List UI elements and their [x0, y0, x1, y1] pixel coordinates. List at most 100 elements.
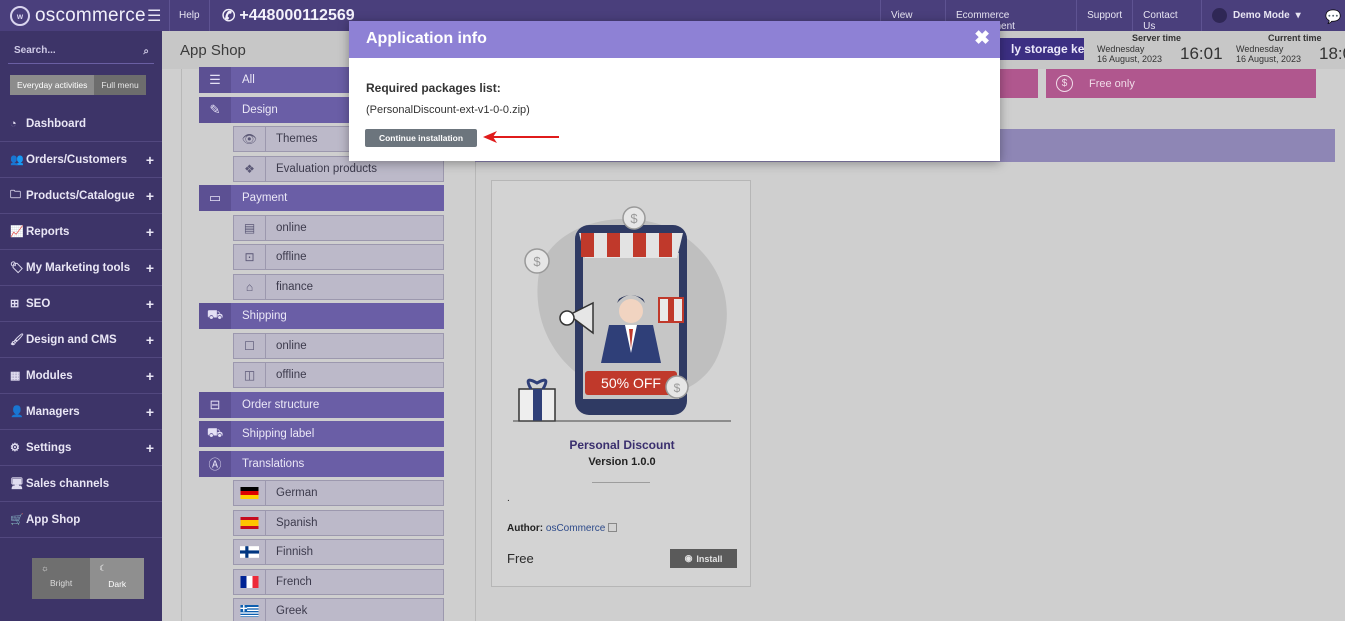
sidebar-item-marketing-tools[interactable]: 🏷 My Marketing tools +	[0, 250, 162, 286]
expand-plus-icon[interactable]: +	[146, 332, 154, 348]
search-icon[interactable]: ⌕	[143, 46, 149, 57]
subcategory-payment-offline[interactable]: ⊡ offline	[233, 244, 444, 270]
category-label: Shipping	[242, 310, 287, 322]
bank-icon: ⌂	[234, 274, 266, 299]
modal-title: Application info	[366, 30, 487, 47]
spanish-flag-icon	[234, 510, 266, 535]
expand-plus-icon[interactable]: +	[146, 188, 154, 204]
french-flag-icon	[234, 569, 266, 594]
expand-plus-icon[interactable]: +	[146, 368, 154, 384]
sidebar-search[interactable]: Search... ⌕	[8, 42, 154, 64]
sidebar-item-design-cms[interactable]: 🖌 Design and CMS +	[0, 322, 162, 358]
subcategory-finance[interactable]: ⌂ finance	[233, 273, 444, 300]
category-payment[interactable]: ▭ Payment	[199, 185, 444, 211]
category-order-structure[interactable]: ⊟ Order structure	[199, 391, 444, 418]
sidebar: Search... ⌕ Everyday activities Full men…	[0, 31, 162, 621]
subcategory-french[interactable]: French	[233, 568, 444, 595]
chart-icon: 📈	[10, 226, 24, 238]
subcategory-shipping-offline[interactable]: ◫ offline	[233, 362, 444, 388]
price-filter-paid[interactable]	[1000, 69, 1038, 98]
subcategory-label: Finnish	[276, 546, 314, 558]
category-label: Shipping label	[242, 428, 315, 440]
svg-text:$: $	[533, 254, 541, 269]
help-link[interactable]: Help	[179, 10, 200, 21]
subcategory-label: finance	[276, 280, 314, 293]
oscommerce-logo[interactable]: w oscommerce	[10, 4, 146, 28]
phone-number[interactable]: ✆ +448000112569	[222, 6, 355, 26]
finnish-flag-icon	[234, 540, 266, 564]
broken-image-icon	[608, 523, 618, 532]
banner-text: 50% OFF	[601, 375, 661, 391]
sidebar-item-label: App Shop	[26, 513, 81, 526]
phone-icon: ✆	[222, 8, 236, 25]
sitemap-icon: ⊞	[10, 298, 20, 310]
subcategory-finnish[interactable]: Finnish	[233, 539, 444, 565]
avatar	[1212, 8, 1227, 23]
app-name[interactable]: Personal Discount	[492, 438, 752, 452]
modules-icon: ▦	[10, 370, 21, 382]
subcategory-label: French	[276, 575, 312, 588]
dollar-icon: $	[1056, 75, 1073, 92]
sidebar-item-label: Modules	[26, 369, 73, 382]
category-label: All	[242, 74, 255, 86]
subcategory-label: offline	[276, 369, 307, 381]
sidebar-item-products-catalogue[interactable]: 🗀 Products/Catalogue +	[0, 178, 162, 214]
phone-text: +448000112569	[239, 7, 355, 24]
svg-text:$: $	[630, 211, 638, 226]
bright-theme-button[interactable]: ☼ Bright	[32, 558, 91, 599]
sidebar-item-modules[interactable]: ▦ Modules +	[0, 358, 162, 394]
dark-theme-button[interactable]: ☾ Dark	[90, 558, 145, 599]
app-author: Author: osCommerce	[507, 523, 618, 534]
truck-icon: ⛟	[199, 303, 231, 329]
contact-us-link[interactable]: Contact Us	[1132, 0, 1200, 32]
server-clock: 16:01	[1180, 44, 1223, 63]
user-menu[interactable]: Demo Mode ▾	[1212, 8, 1301, 23]
everyday-activities-button[interactable]: Everyday activities	[10, 75, 95, 95]
sidebar-item-reports[interactable]: 📈 Reports +	[0, 214, 162, 250]
expand-plus-icon[interactable]: +	[146, 296, 154, 312]
sidebar-item-sales-channels[interactable]: 🖥 Sales channels	[0, 466, 162, 502]
sidebar-item-orders-customers[interactable]: 👥 Orders/Customers +	[0, 142, 162, 178]
category-shipping[interactable]: ⛟ Shipping	[199, 303, 444, 329]
close-icon[interactable]: ✖	[974, 27, 990, 50]
menu-burger-icon[interactable]: ☰	[147, 6, 161, 26]
sidebar-item-dashboard[interactable]: ◔ Dashboard	[0, 106, 162, 142]
expand-plus-icon[interactable]: +	[146, 440, 154, 456]
category-shipping-label[interactable]: ⛟ Shipping label	[199, 421, 444, 447]
app-card: 50% OFF $ $ $ Personal Discount Version …	[491, 180, 751, 587]
full-menu-button[interactable]: Full menu	[94, 75, 146, 95]
monitor-icon: 🖥	[10, 478, 24, 490]
dashboard-icon: ◔	[10, 117, 17, 130]
divider	[169, 0, 170, 31]
sidebar-item-app-shop[interactable]: 🛒 App Shop	[0, 502, 162, 538]
sidebar-item-managers[interactable]: 👤 Managers +	[0, 394, 162, 430]
expand-plus-icon[interactable]: +	[146, 152, 154, 168]
category-label: Translations	[242, 457, 305, 470]
continue-installation-button[interactable]: Continue installation	[365, 129, 477, 147]
wallet-icon: ▭	[199, 185, 231, 211]
sidebar-item-seo[interactable]: ⊞ SEO +	[0, 286, 162, 322]
subcategory-spanish[interactable]: Spanish	[233, 509, 444, 536]
category-translations[interactable]: Ⓐ Translations	[199, 450, 444, 477]
free-only-label: Free only	[1089, 77, 1135, 90]
author-link[interactable]: osCommerce	[546, 523, 605, 534]
subcategory-payment-online[interactable]: ▤ online	[233, 214, 444, 241]
support-link[interactable]: Support	[1076, 0, 1132, 31]
page-title: App Shop	[180, 42, 246, 59]
brush-icon: 🖌	[10, 334, 24, 346]
subcategory-german[interactable]: German	[233, 480, 444, 506]
free-only-filter[interactable]: $ Free only	[1046, 69, 1316, 98]
logo-mark-icon: w	[10, 6, 30, 26]
subcategory-greek[interactable]: Greek	[233, 598, 444, 621]
expand-plus-icon[interactable]: +	[146, 404, 154, 420]
storage-key-button[interactable]: ly storage key	[998, 38, 1084, 60]
install-button[interactable]: ◉ Install	[670, 549, 737, 568]
sidebar-item-settings[interactable]: ⚙ Settings +	[0, 430, 162, 466]
sidebar-item-label: Orders/Customers	[26, 153, 127, 166]
sidebar-item-label: My Marketing tools	[26, 261, 131, 274]
subcategory-shipping-online[interactable]: ☐ online	[233, 332, 444, 359]
expand-plus-icon[interactable]: +	[146, 260, 154, 276]
chat-icon[interactable]: 💬	[1325, 9, 1341, 25]
category-label: Order structure	[242, 398, 320, 411]
expand-plus-icon[interactable]: +	[146, 224, 154, 240]
